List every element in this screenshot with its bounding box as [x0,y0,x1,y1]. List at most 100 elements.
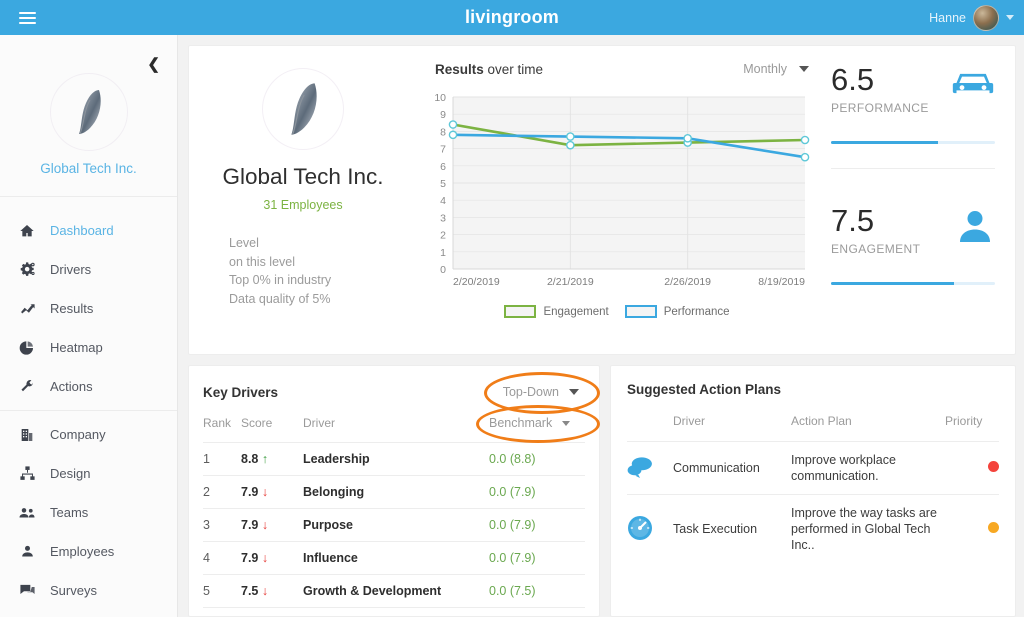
table-row[interactable]: 4 7.9 ↓ Influence 0.0 (7.9) [203,541,585,575]
svg-text:0: 0 [440,264,446,276]
chart-legend: Engagement Performance [417,305,817,318]
column-header-score: Score [241,416,273,430]
legend-item-engagement[interactable]: Engagement [504,305,609,318]
chart-title: Results over time [435,62,543,77]
cell-rank: 5 [203,574,241,608]
column-header-action-plan: Action Plan [791,414,852,428]
dropdown-value: Top-Down [502,385,559,399]
key-drivers-title: Key Drivers [203,384,279,400]
svg-text:8: 8 [440,126,446,138]
sidebar-item-heatmap[interactable]: Heatmap [0,328,177,367]
svg-text:8/19/2019: 8/19/2019 [758,276,805,288]
cell-driver: Influence [303,541,489,575]
sidebar-nav-group-primary: Dashboard Drivers Results Heatmap Action… [0,207,177,410]
svg-text:2/26/2019: 2/26/2019 [664,276,711,288]
kpi-value: 7.5 [831,203,875,238]
divider [831,168,995,169]
svg-text:10: 10 [434,92,446,104]
cell-benchmark: 0.0 (7.9) [489,508,585,542]
sidebar-item-company[interactable]: Company [0,415,177,454]
company-meta-line: Level [229,236,259,250]
table-row[interactable]: Communication Improve workplace communica… [627,441,999,495]
company-meta-line: on this level [229,254,296,269]
action-plans-table: Driver Action Plan Priority Communicatio… [627,397,999,563]
chart-period-dropdown[interactable]: Monthly [743,62,809,76]
chat-bubbles-icon [627,441,673,495]
cell-rank: 4 [203,541,241,575]
trend-down-icon: ↓ [261,584,269,598]
key-drivers-table-body: 1 8.8 ↑ Leadership 0.0 (8.8) 2 7.9 ↓ Belonging… [203,442,585,617]
sidebar-org-name[interactable]: Global Tech Inc. [10,161,167,176]
org-chart-icon [18,465,36,483]
key-drivers-compare-dropdown[interactable]: Benchmark [489,416,585,430]
key-drivers-card: Key Drivers Top-Down Rank Score Driver B… [188,365,600,617]
chevron-left-icon[interactable]: ❮ [147,57,160,72]
line-chart-svg: 0 1 2 3 4 5 6 7 8 9 10 2/20/2019 2/21/2019 2/26/2019 8… [434,92,810,288]
svg-text:2/21/2019: 2/21/2019 [547,276,594,288]
cell-action-plan: Improve the way tasks are performed in G… [791,494,945,563]
cell-score: 8.8 ↑ [241,442,303,476]
chevron-down-icon [562,420,571,426]
action-plans-table-body: Communication Improve workplace communica… [627,441,999,563]
cell-action-plan: Improve workplace communication. [791,441,945,495]
trend-down-icon: ↓ [261,551,269,565]
people-icon [18,504,36,522]
cell-rank: 2 [203,475,241,509]
sidebar-nav: Dashboard Drivers Results Heatmap Action… [0,197,177,614]
gears-icon [18,261,36,279]
chart-title-rest: over time [483,62,544,77]
sidebar-item-employees[interactable]: Employees [0,532,177,571]
cell-rank: 3 [203,508,241,542]
legend-label: Performance [663,305,730,318]
sidebar-item-label: Actions [50,379,93,394]
key-drivers-mode-dropdown[interactable]: Top-Down [497,382,585,402]
main-content: Global Tech Inc. 31 Employees Level on t… [178,35,1024,617]
sidebar-item-teams[interactable]: Teams [0,493,177,532]
legend-swatch-engagement [504,305,537,318]
sidebar-item-actions[interactable]: Actions [0,367,177,406]
svg-text:9: 9 [440,109,446,121]
table-row[interactable]: Task Execution Improve the way tasks are … [627,494,999,563]
column-header-priority: Priority [945,414,983,428]
user-menu[interactable]: Hanne [929,0,1014,35]
person-icon [955,209,995,248]
sidebar-item-label: Employees [50,544,115,559]
avatar [973,4,999,31]
table-row[interactable]: 5 7.5 ↓ Growth & Development 0.0 (7.5) [203,574,585,608]
legend-swatch-performance [624,305,657,318]
cell-score: 7.9 ↓ [241,541,303,575]
table-row[interactable]: 3 7.9 ↓ Purpose 0.0 (7.9) [203,508,585,542]
table-header-row: Driver Action Plan Priority [627,397,999,442]
legend-label: Engagement [543,305,609,318]
column-header-rank: Rank [203,416,232,430]
sidebar-item-label: Surveys [50,583,97,598]
table-row[interactable]: 1 8.8 ↑ Leadership 0.0 (8.8) [203,442,585,476]
cell-score: 7.9 ↓ [241,508,303,542]
cell-score: 7.5 ↓ [241,607,303,617]
svg-text:2/20/2019: 2/20/2019 [453,276,500,288]
sidebar-item-drivers[interactable]: Drivers [0,250,177,289]
sidebar-item-label: Heatmap [50,340,103,355]
sidebar-item-results[interactable]: Results [0,289,177,328]
column-header-spacer [627,397,673,442]
company-name: Global Tech Inc. [222,164,384,189]
company-summary-pane: Global Tech Inc. 31 Employees Level on t… [189,46,417,354]
sidebar-item-design[interactable]: Design [0,454,177,493]
cell-priority [945,441,999,495]
legend-item-performance[interactable]: Performance [624,305,730,318]
column-header-driver: Driver [303,416,335,430]
sidebar-item-surveys[interactable]: Surveys [0,571,177,610]
table-row[interactable]: 2 7.9 ↓ Belonging 0.0 (7.9) [203,475,585,509]
company-logo-icon [49,73,128,151]
table-header-row: Rank Score Driver Benchmark [203,402,585,443]
sidebar: ❮ Global Tech Inc. Dashboard Drivers Res… [0,35,178,617]
table-row[interactable]: 67.5 ↓Task Execution0.0 (7.5) [203,607,585,617]
cell-driver: Task Execution [303,607,489,617]
svg-text:7: 7 [440,144,446,156]
sidebar-item-dashboard[interactable]: Dashboard [0,211,177,250]
pie-chart-icon [18,339,36,357]
kpi-label: ENGAGEMENT [831,242,921,256]
kpi-progress-bar [831,141,995,144]
cell-driver: Belonging [303,475,489,509]
svg-text:6: 6 [440,161,446,173]
